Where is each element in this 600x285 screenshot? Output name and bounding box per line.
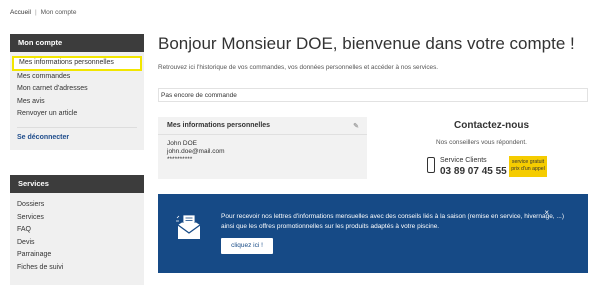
services-menu-list: Dossiers Services FAQ Devis Parrainage F… [10, 193, 144, 281]
sidebar: Mon compte Mes informations personnelles… [10, 34, 144, 285]
sidebar-item-faq[interactable]: FAQ [10, 224, 144, 237]
personal-info-title: Mes informations personnelles [167, 122, 271, 129]
sidebar-item-devis[interactable]: Devis [10, 237, 144, 250]
breadcrumb-home-link[interactable]: Accueil [10, 9, 31, 16]
free-service-badge-line1: service gratuit [511, 159, 545, 165]
contact-title: Contactez-nous [454, 120, 529, 131]
free-service-badge: service gratuit prix d'un appel [509, 156, 547, 177]
sidebar-item-parrainage[interactable]: Parrainage [10, 249, 144, 262]
newsletter-close-icon[interactable]: × [544, 208, 549, 217]
account-menu: Mon compte Mes informations personnelles… [10, 34, 144, 150]
customer-service-phone[interactable]: 03 89 07 45 55 [440, 166, 507, 177]
free-service-badge-line2: prix d'un appel [511, 165, 545, 172]
page-subtitle: Retrouvez ici l'historique de vos comman… [158, 64, 439, 71]
newsletter-text: Pour recevoir nos lettres d'informations… [221, 213, 565, 230]
services-menu: Services Dossiers Services FAQ Devis Par… [10, 175, 144, 285]
sidebar-item-orders[interactable]: Mes commandes [10, 71, 144, 84]
contact-subtitle: Nos conseillers vous répondent. [436, 139, 527, 146]
user-password: ********** [167, 156, 193, 163]
sidebar-item-reviews[interactable]: Mes avis [10, 96, 144, 109]
user-name: John DOE [167, 140, 197, 147]
services-menu-header: Services [10, 175, 144, 193]
page-title: Bonjour Monsieur DOE, bienvenue dans vot… [158, 34, 575, 53]
customer-service-label: Service Clients [440, 157, 487, 164]
breadcrumb-current: Mon compte [40, 9, 77, 16]
breadcrumb: Accueil | Mon compte [10, 9, 76, 16]
sidebar-divider [17, 126, 137, 128]
personal-info-header: Mes informations personnelles ✎ [158, 117, 367, 135]
orders-empty-notice: Pas encore de commande [158, 88, 588, 102]
newsletter-banner: Pour recevoir nos lettres d'informations… [158, 194, 588, 273]
phone-icon [427, 157, 435, 173]
personal-info-card: Mes informations personnelles ✎ John DOE… [158, 117, 367, 179]
user-email: john.doe@mail.com [167, 148, 225, 155]
newsletter-envelope-icon [176, 214, 201, 239]
sidebar-item-dossiers[interactable]: Dossiers [10, 199, 144, 212]
edit-pencil-icon[interactable]: ✎ [353, 118, 359, 135]
sidebar-item-fiches-de-suivi[interactable]: Fiches de suivi [10, 262, 144, 275]
sidebar-item-return-item[interactable]: Renvoyer un article [10, 108, 144, 121]
sidebar-item-address-book[interactable]: Mon carnet d'adresses [10, 83, 144, 96]
logout-link[interactable]: Se déconnecter [10, 132, 144, 144]
account-menu-header: Mon compte [10, 34, 144, 52]
account-menu-list: Mes informations personnelles Mes comman… [10, 52, 144, 150]
personal-info-body: John DOE john.doe@mail.com ********** [158, 135, 367, 169]
sidebar-item-personal-info[interactable]: Mes informations personnelles [12, 56, 142, 71]
sidebar-item-services[interactable]: Services [10, 212, 144, 225]
newsletter-subscribe-button[interactable]: cliquez ici ! [221, 238, 273, 254]
breadcrumb-separator: | [34, 9, 37, 16]
